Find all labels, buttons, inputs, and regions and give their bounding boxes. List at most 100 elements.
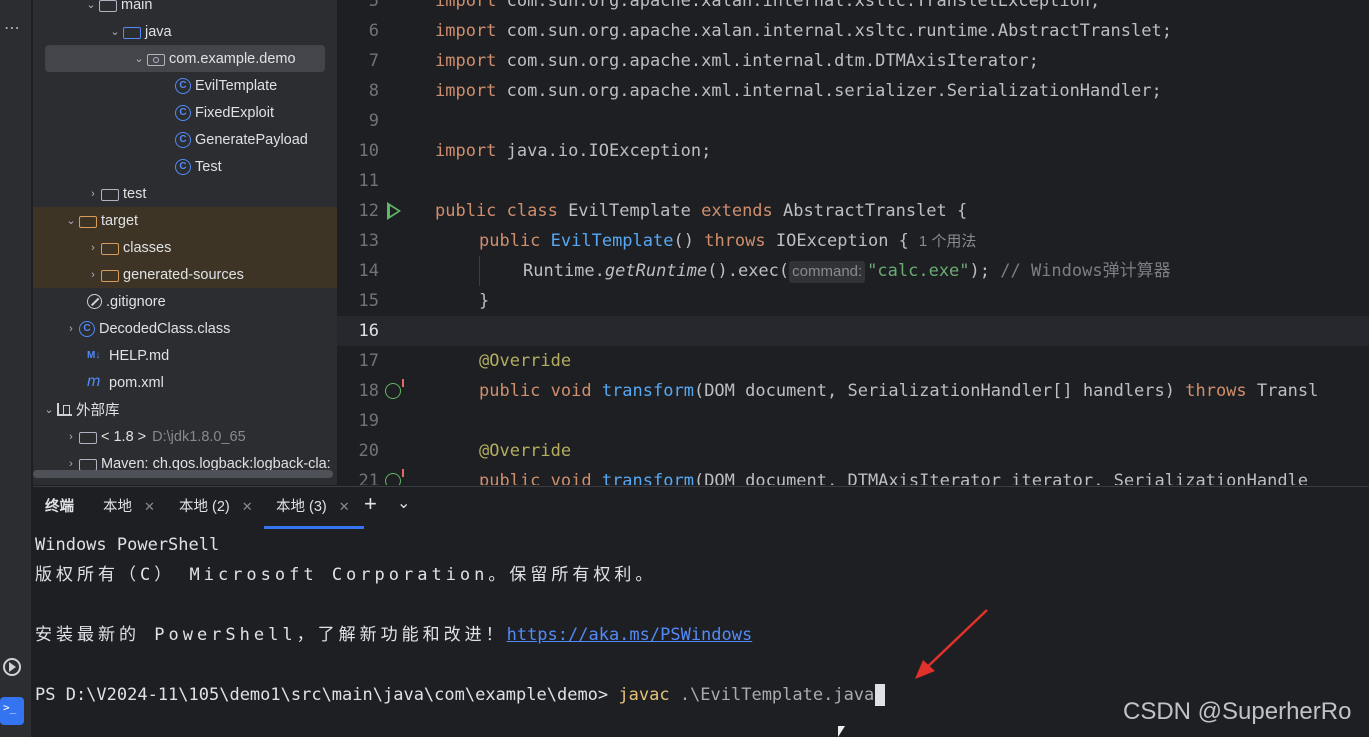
- text-caret: [875, 684, 886, 706]
- tree-item-class[interactable]: C Test: [33, 153, 337, 180]
- class-icon: C: [175, 158, 191, 175]
- maven-icon: m: [87, 372, 101, 390]
- terminal-tabs: 终端 本地 ✕ 本地 (2) ✕ 本地 (3) ✕ + ⌄: [33, 487, 1369, 529]
- class-file-icon: C: [79, 320, 95, 337]
- usages-inlay-hint[interactable]: 1 个用法: [919, 233, 977, 250]
- tree-item-external-libraries[interactable]: ⌄ 外部库: [33, 396, 337, 423]
- library-icon: [79, 458, 97, 471]
- implements-gutter-icon[interactable]: [385, 379, 404, 399]
- line-number: 8: [368, 81, 379, 101]
- jdk-icon: [79, 431, 97, 444]
- chevron-right-icon[interactable]: ›: [63, 431, 79, 443]
- command-argument: .\EvilTemplate.java: [669, 685, 875, 705]
- chevron-down-icon[interactable]: ⌄: [397, 493, 410, 513]
- chevron-right-icon[interactable]: ›: [63, 323, 79, 335]
- tree-item-main[interactable]: ⌄ main: [33, 0, 337, 18]
- code-line: }: [479, 291, 490, 311]
- terminal-line: 安装最新的 PowerShell，了解新功能和改进！https://aka.ms…: [35, 625, 753, 645]
- class-icon: C: [175, 104, 191, 121]
- watermark: CSDN @SuperherRo: [1123, 698, 1352, 725]
- terminal-prompt-line[interactable]: PS D:\V2024-11\105\demo1\src\main\java\c…: [35, 680, 886, 710]
- tree-item-java[interactable]: ⌄ java: [33, 18, 337, 45]
- excluded-folder-icon: [101, 269, 119, 282]
- new-tab-plus-icon[interactable]: +: [364, 491, 377, 517]
- mouse-pointer-icon: [838, 726, 845, 737]
- tool-window-stripe: ⋯: [0, 0, 32, 737]
- code-editor[interactable]: 5 6 7 8 9 10 11 12 13 14 15 16 17 18 19 …: [337, 0, 1369, 485]
- code-line: import com.sun.org.apache.xalan.internal…: [435, 0, 1101, 11]
- line-number: 11: [358, 171, 379, 191]
- line-number: 9: [368, 111, 379, 131]
- ignore-file-icon: [87, 294, 102, 309]
- command: javac: [618, 685, 670, 705]
- line-number: 14: [358, 261, 379, 281]
- line-number: 15: [358, 291, 379, 311]
- tree-item-help-md[interactable]: M↓ HELP.md: [33, 342, 337, 369]
- tree-horizontal-scrollbar[interactable]: [33, 470, 333, 478]
- parameter-hint: command:: [789, 261, 866, 283]
- source-folder-icon: [123, 26, 141, 39]
- code-line: import com.sun.org.apache.xml.internal.s…: [435, 81, 1162, 101]
- close-icon[interactable]: ✕: [339, 499, 350, 514]
- chevron-down-icon[interactable]: ⌄: [131, 52, 147, 65]
- terminal-line: 版权所有（C） Microsoft Corporation。保留所有权利。: [35, 565, 657, 585]
- line-number: 13: [358, 231, 379, 251]
- line-number: 7: [368, 51, 379, 71]
- tree-item-decoded-class[interactable]: › C DecodedClass.class: [33, 315, 337, 342]
- close-icon[interactable]: ✕: [242, 499, 253, 514]
- chevron-down-icon[interactable]: ⌄: [83, 0, 99, 11]
- chevron-right-icon[interactable]: ›: [85, 242, 101, 254]
- chevron-right-icon[interactable]: ›: [63, 458, 79, 470]
- class-icon: C: [175, 131, 191, 148]
- more-tools-icon[interactable]: ⋯: [4, 18, 20, 37]
- tree-item-target[interactable]: ⌄ target: [33, 207, 337, 234]
- tree-item-generated-sources[interactable]: › generated-sources: [33, 261, 337, 288]
- chevron-right-icon[interactable]: ›: [85, 188, 101, 200]
- terminal-line: Windows PowerShell: [35, 535, 220, 555]
- line-number: 12: [358, 201, 379, 221]
- line-number: 6: [368, 21, 379, 41]
- terminal-tool-icon[interactable]: [0, 697, 24, 725]
- tab-local-3[interactable]: 本地 (3) ✕: [264, 487, 364, 529]
- tree-item-pom[interactable]: m pom.xml: [33, 369, 337, 396]
- code-line: @Override: [479, 351, 572, 371]
- code-line: public class EvilTemplate extends Abstra…: [435, 201, 968, 221]
- tree-item-jdk[interactable]: › < 1.8 > D:\jdk1.8.0_65: [33, 423, 337, 450]
- tree-item-package[interactable]: ⌄ com.example.demo: [45, 45, 325, 72]
- tab-local-2[interactable]: 本地 (2) ✕: [179, 487, 253, 529]
- chevron-down-icon[interactable]: ⌄: [63, 214, 79, 227]
- prompt: PS D:\V2024-11\105\demo1\src\main\java\c…: [35, 685, 619, 705]
- code-line: import java.io.IOException;: [435, 141, 712, 161]
- code-line: public void transform(DOM document, Seri…: [479, 381, 1319, 401]
- code-line: Runtime.getRuntime().exec(command: "calc.…: [523, 261, 1171, 283]
- close-icon[interactable]: ✕: [144, 499, 155, 514]
- current-line-highlight: [337, 316, 1369, 346]
- project-tree: ⌄ main ⌄ java ⌄ com.example.demo C EvilT…: [33, 0, 337, 485]
- tree-item-test[interactable]: › test: [33, 180, 337, 207]
- tree-item-class[interactable]: C FixedExploit: [33, 99, 337, 126]
- tab-local[interactable]: 本地 ✕: [103, 487, 155, 529]
- tree-item-classes[interactable]: › classes: [33, 234, 337, 261]
- chevron-right-icon[interactable]: ›: [85, 269, 101, 281]
- services-icon[interactable]: [3, 658, 21, 676]
- tree-item-class[interactable]: C EvilTemplate: [33, 72, 337, 99]
- line-number: 5: [368, 0, 379, 11]
- line-number: 19: [358, 411, 379, 431]
- implements-gutter-icon[interactable]: [385, 469, 404, 485]
- tree-item-class[interactable]: C GeneratePayload: [33, 126, 337, 153]
- line-number: 21: [358, 471, 379, 485]
- folder-icon: [101, 188, 119, 201]
- code-line: public EvilTemplate() throws IOException…: [479, 231, 977, 251]
- chevron-down-icon[interactable]: ⌄: [41, 403, 57, 416]
- line-number: 17: [358, 351, 379, 371]
- line-number: 18: [358, 381, 379, 401]
- tree-item-gitignore[interactable]: .gitignore: [33, 288, 337, 315]
- annotation-arrow: [915, 609, 988, 679]
- code-line: @Override: [479, 441, 572, 461]
- powershell-link[interactable]: https://aka.ms/PSWindows: [507, 625, 753, 645]
- code-line: public void transform(DOM document, DTMA…: [479, 471, 1309, 485]
- chevron-down-icon[interactable]: ⌄: [107, 25, 123, 38]
- class-icon: C: [175, 77, 191, 94]
- line-number: 16: [358, 321, 379, 341]
- excluded-folder-icon: [79, 215, 97, 228]
